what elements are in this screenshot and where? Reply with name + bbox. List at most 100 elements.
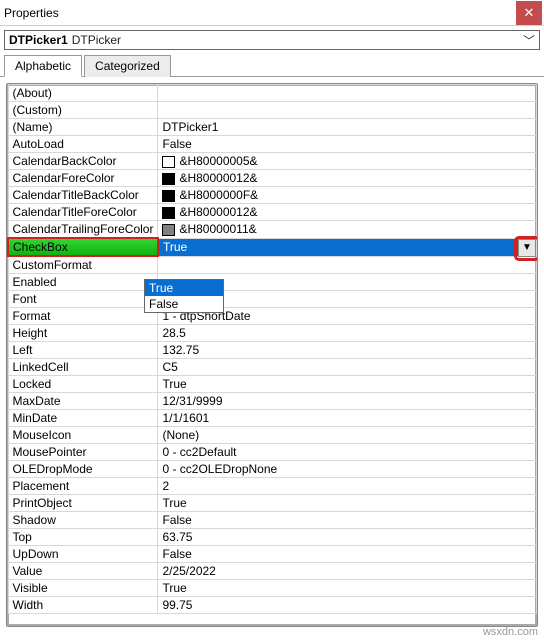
property-row[interactable]: VisibleTrue: [8, 580, 537, 597]
property-name[interactable]: MouseIcon: [8, 427, 158, 444]
close-button[interactable]: ✕: [516, 1, 542, 25]
property-row[interactable]: AutoLoadFalse: [8, 136, 537, 153]
dropdown-button[interactable]: ▼: [518, 239, 536, 257]
property-value[interactable]: [158, 102, 537, 119]
object-selector[interactable]: DTPicker1 DTPicker ﹀: [4, 30, 540, 50]
property-name[interactable]: (Name): [8, 119, 158, 136]
property-value[interactable]: False: [158, 512, 537, 529]
property-name[interactable]: CalendarForeColor: [8, 170, 158, 187]
property-name[interactable]: OLEDropMode: [8, 461, 158, 478]
property-row[interactable]: Enabled: [8, 274, 537, 291]
property-name[interactable]: Shadow: [8, 512, 158, 529]
property-value[interactable]: False: [158, 546, 537, 563]
property-row[interactable]: Format1 - dtpShortDate: [8, 308, 537, 325]
property-row[interactable]: UpDownFalse: [8, 546, 537, 563]
property-value[interactable]: True: [158, 580, 537, 597]
property-value[interactable]: False: [158, 136, 537, 153]
tab-alphabetic[interactable]: Alphabetic: [4, 55, 82, 77]
property-value[interactable]: &H80000011&: [158, 221, 537, 239]
property-value[interactable]: (None): [158, 427, 537, 444]
property-name[interactable]: PrintObject: [8, 495, 158, 512]
property-row[interactable]: ShadowFalse: [8, 512, 537, 529]
property-row[interactable]: Height28.5: [8, 325, 537, 342]
property-row[interactable]: Left132.75: [8, 342, 537, 359]
property-name[interactable]: MaxDate: [8, 393, 158, 410]
property-name[interactable]: AutoLoad: [8, 136, 158, 153]
property-name[interactable]: Width: [8, 597, 158, 614]
property-row[interactable]: CalendarBackColor&H80000005&: [8, 153, 537, 170]
property-value[interactable]: 2: [158, 478, 537, 495]
property-name[interactable]: CustomFormat: [8, 256, 158, 274]
property-value[interactable]: &H8000000F&: [158, 187, 537, 204]
property-name[interactable]: Placement: [8, 478, 158, 495]
property-name[interactable]: Left: [8, 342, 158, 359]
property-value[interactable]: 1/1/1601: [158, 410, 537, 427]
property-name[interactable]: Value: [8, 563, 158, 580]
property-value[interactable]: 0 - cc2Default: [158, 444, 537, 461]
property-row[interactable]: (Custom): [8, 102, 537, 119]
property-row[interactable]: CalendarTrailingForeColor&H80000011&: [8, 221, 537, 239]
property-row[interactable]: CalendarTitleForeColor&H80000012&: [8, 204, 537, 221]
dropdown-option-false[interactable]: False: [145, 296, 223, 312]
property-value[interactable]: &H80000012&: [158, 170, 537, 187]
property-value[interactable]: [158, 85, 537, 102]
property-name[interactable]: MinDate: [8, 410, 158, 427]
property-value[interactable]: 63.75: [158, 529, 537, 546]
property-row[interactable]: PrintObjectTrue: [8, 495, 537, 512]
dropdown-option-true[interactable]: True: [145, 280, 223, 296]
property-value[interactable]: 99.75: [158, 597, 537, 614]
property-name[interactable]: Locked: [8, 376, 158, 393]
property-row[interactable]: CalendarTitleBackColor&H8000000F&: [8, 187, 537, 204]
color-swatch: [162, 224, 175, 236]
property-name[interactable]: MousePointer: [8, 444, 158, 461]
property-name[interactable]: UpDown: [8, 546, 158, 563]
chevron-down-icon[interactable]: ﹀: [519, 32, 539, 49]
property-name[interactable]: CalendarTrailingForeColor: [8, 221, 158, 239]
property-value[interactable]: True: [158, 495, 537, 512]
property-name[interactable]: (Custom): [8, 102, 158, 119]
property-row[interactable]: FontArial: [8, 291, 537, 308]
property-name[interactable]: Format: [8, 308, 158, 325]
property-name[interactable]: LinkedCell: [8, 359, 158, 376]
property-name[interactable]: Enabled: [8, 274, 158, 291]
property-name[interactable]: CheckBox: [8, 238, 158, 256]
property-value[interactable]: C5: [158, 359, 537, 376]
property-name[interactable]: CalendarTitleBackColor: [8, 187, 158, 204]
property-row[interactable]: CalendarForeColor&H80000012&: [8, 170, 537, 187]
property-row[interactable]: Top63.75: [8, 529, 537, 546]
property-row[interactable]: MinDate1/1/1601: [8, 410, 537, 427]
property-value[interactable]: 12/31/9999: [158, 393, 537, 410]
property-row[interactable]: MaxDate12/31/9999: [8, 393, 537, 410]
property-name[interactable]: Height: [8, 325, 158, 342]
property-value[interactable]: True▼: [158, 238, 537, 256]
property-row[interactable]: MouseIcon(None): [8, 427, 537, 444]
property-row[interactable]: (Name)DTPicker1: [8, 119, 537, 136]
property-name[interactable]: (About): [8, 85, 158, 102]
property-name[interactable]: CalendarTitleForeColor: [8, 204, 158, 221]
property-row[interactable]: LinkedCellC5: [8, 359, 537, 376]
property-row[interactable]: OLEDropMode0 - cc2OLEDropNone: [8, 461, 537, 478]
property-value[interactable]: 28.5: [158, 325, 537, 342]
property-value[interactable]: 2/25/2022: [158, 563, 537, 580]
property-row[interactable]: LockedTrue: [8, 376, 537, 393]
property-row[interactable]: (About): [8, 85, 537, 102]
property-value[interactable]: DTPicker1: [158, 119, 537, 136]
property-row[interactable]: CheckBoxTrue▼: [8, 238, 537, 256]
property-row[interactable]: Placement2: [8, 478, 537, 495]
property-name[interactable]: CalendarBackColor: [8, 153, 158, 170]
property-name[interactable]: Top: [8, 529, 158, 546]
property-name[interactable]: Font: [8, 291, 158, 308]
property-name[interactable]: Visible: [8, 580, 158, 597]
property-row[interactable]: Value2/25/2022: [8, 563, 537, 580]
property-value[interactable]: True: [158, 376, 537, 393]
property-row[interactable]: Width99.75: [8, 597, 537, 614]
property-value[interactable]: [158, 256, 537, 274]
property-row[interactable]: MousePointer0 - cc2Default: [8, 444, 537, 461]
property-value[interactable]: &H80000005&: [158, 153, 537, 170]
property-value[interactable]: 132.75: [158, 342, 537, 359]
tab-categorized[interactable]: Categorized: [84, 55, 171, 77]
property-row[interactable]: CustomFormat: [8, 256, 537, 274]
dropdown-list[interactable]: True False: [144, 279, 224, 313]
property-value[interactable]: &H80000012&: [158, 204, 537, 221]
property-value[interactable]: 0 - cc2OLEDropNone: [158, 461, 537, 478]
